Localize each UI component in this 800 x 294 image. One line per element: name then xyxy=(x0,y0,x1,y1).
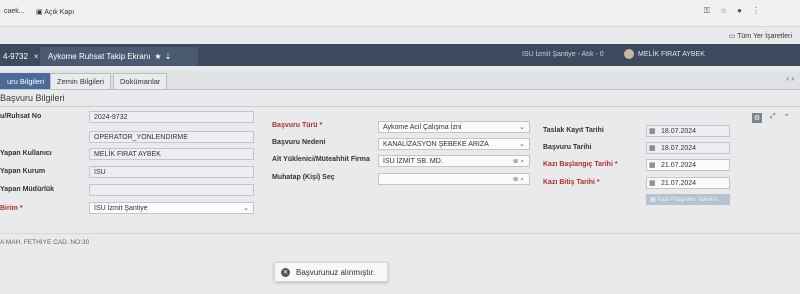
label-basvuru-nedeni: Başvuru Nedeni xyxy=(272,139,326,146)
divider xyxy=(0,233,800,234)
bookmark-bar: caek... ▣ Açık Kapı ⚿ ☆ ● ⋮ xyxy=(0,0,800,27)
address-text: A MAH. FETHİYE CAD. NO:30 xyxy=(0,239,90,246)
yapan-kullanici-field[interactable]: MELİK FIRAT AYBEK xyxy=(89,148,254,160)
download-icon[interactable]: ⇣ xyxy=(165,52,172,61)
chevron-down-icon: ⌄ xyxy=(519,141,525,148)
label-yapan-kullanici: Yapan Kullanıcı xyxy=(0,150,52,157)
calendar-icon: ▦ xyxy=(649,128,656,135)
browser-toolbar-icons: ⚿ ☆ ● ⋮ xyxy=(704,6,760,16)
tab-label: 4-9732 xyxy=(3,52,28,61)
divider xyxy=(0,106,800,107)
label-yapan-mudurluk: Yapan Müdürlük xyxy=(0,186,55,193)
user-menu[interactable]: MELİK FIRAT AYBEK xyxy=(624,49,705,59)
bookmark-item[interactable]: caek... xyxy=(4,8,25,15)
folder-label: Tüm Yer İşaretleri xyxy=(737,33,792,40)
yapan-mudurluk-field[interactable] xyxy=(89,184,254,196)
date-value: 18.07.2024 xyxy=(661,127,697,135)
date-value: 18.07.2024 xyxy=(661,144,697,152)
profile-icon[interactable]: ● xyxy=(737,6,742,16)
clear-search-icons[interactable]: ⊗⌕ xyxy=(513,157,526,166)
tab-basvuru-bilgileri[interactable]: uru Bilgileri xyxy=(0,73,52,89)
gear-icon[interactable]: ⚙ xyxy=(752,113,762,123)
avatar xyxy=(624,49,634,59)
close-icon[interactable]: × xyxy=(34,52,39,61)
operator-value: OPERATOR_YONLENDIRME xyxy=(94,133,188,141)
birim-select[interactable]: İSU İzmit Şantiye ⌄ xyxy=(89,202,254,214)
bookmark-label: Açık Kapı xyxy=(44,9,75,16)
label-taslak-kayit: Taslak Kayıt Tarihi xyxy=(543,127,604,134)
alt-yuklenici-field[interactable]: İSU İZMİT SB. MD. ⊗⌕ xyxy=(378,155,530,167)
label-basvuru-tarihi: Başvuru Tarihi xyxy=(543,144,592,151)
button-label: Kazı Programı Takvimi xyxy=(657,196,718,203)
operator-field[interactable]: OPERATOR_YONLENDIRME xyxy=(89,131,254,143)
kazi-baslangic-date[interactable]: ▦ 21.07.2024 xyxy=(646,159,730,171)
alt-yuklenici-value: İSU İZMİT SB. MD. xyxy=(383,157,443,165)
menu-icon[interactable]: ⋮ xyxy=(752,6,760,16)
key-icon[interactable]: ⚿ xyxy=(704,6,710,16)
label-kazi-baslangic: Kazı Başlangıç Tarihi * xyxy=(543,161,618,168)
label-kazi-bitis: Kazı Bitiş Tarihi * xyxy=(543,179,600,186)
basvuru-nedeni-select[interactable]: KANALİZASYON ŞEBEKE ARIZA ⌄ xyxy=(378,138,530,150)
chevron-down-icon: ⌄ xyxy=(519,124,525,131)
page-tabs: uru Bilgileri Zemin Bilgileri Dokümanlar… xyxy=(0,71,800,90)
calendar-icon: ▦ xyxy=(650,197,658,203)
birim-value: İSU İzmit Şantiye xyxy=(94,204,148,212)
label-basvuru-turu: Başvuru Türü * xyxy=(272,122,323,129)
muhatap-field[interactable]: ⊗⌕ xyxy=(378,173,530,185)
taslak-kayit-date[interactable]: ▦ 18.07.2024 xyxy=(646,125,730,137)
expand-icon[interactable]: ⤢ xyxy=(770,113,776,123)
app-tab-strip: 4-9732 × Aykome Ruhsat Takip Ekranı ★ ⇣ I… xyxy=(0,44,800,66)
toast-message: Başvurunuz alınmıştır. xyxy=(296,267,376,277)
tab-zemin-bilgileri[interactable]: Zemin Bilgileri xyxy=(50,73,112,89)
basvuru-turu-select[interactable]: Aykome Acil Çalışma İzni ⌄ xyxy=(378,121,530,133)
yapan-kurum-field[interactable]: İSU xyxy=(89,166,254,178)
label-yapan-kurum: Yapan Kurum xyxy=(0,168,46,175)
status-text: ISU İzmit Şantiye - Atık - 0 xyxy=(522,51,604,58)
label-alt-yuklenici: Alt Yüklenici/Müteahhit Firma xyxy=(272,156,370,163)
all-bookmarks-folder[interactable]: ▭ Tüm Yer İşaretleri xyxy=(729,32,792,40)
section-tools: ⚙ ⤢ ⌃ xyxy=(752,113,789,123)
user-name: MELİK FIRAT AYBEK xyxy=(638,50,705,58)
basvuru-nedeni-value: KANALİZASYON ŞEBEKE ARIZA xyxy=(383,140,489,148)
chevron-down-icon: ⌄ xyxy=(243,205,249,212)
tab-label: Aykome Ruhsat Takip Ekranı xyxy=(48,52,151,61)
success-toast[interactable]: ✕ Başvurunuz alınmıştır. xyxy=(274,262,388,282)
calendar-icon: ▦ xyxy=(649,180,656,187)
clear-search-icons[interactable]: ⊗⌕ xyxy=(513,175,526,184)
kazi-programi-button[interactable]: ▦ Kazı Programı Takvimi xyxy=(646,194,730,205)
ruhsat-no-field[interactable]: 2024-9732 xyxy=(89,111,254,123)
tab-record[interactable]: 4-9732 × xyxy=(0,47,39,66)
label-ruhsat-no: u/Ruhsat No xyxy=(0,113,42,120)
basvuru-tarihi-date[interactable]: ▦ 18.07.2024 xyxy=(646,142,730,154)
label-birim: Birim * xyxy=(0,205,23,212)
close-icon[interactable]: ✕ xyxy=(281,267,290,277)
basvuru-turu-value: Aykome Acil Çalışma İzni xyxy=(383,123,462,131)
label-muhatap: Muhatap (Kişi) Seç xyxy=(272,174,335,181)
calendar-icon: ▦ xyxy=(649,162,656,169)
bookmark-item[interactable]: ▣ Açık Kapı xyxy=(36,8,74,16)
collapse-icon[interactable]: ⌃ xyxy=(784,113,790,123)
date-value: 21.07.2024 xyxy=(661,179,697,187)
star-icon[interactable]: ★ xyxy=(154,52,161,61)
tab-aykome[interactable]: Aykome Ruhsat Takip Ekranı ★ ⇣ xyxy=(40,47,198,66)
kazi-bitis-date[interactable]: ▦ 21.07.2024 xyxy=(646,177,730,189)
tab-nav-arrows[interactable]: ‹ › xyxy=(786,74,794,83)
section-title: Başvuru Bilgileri xyxy=(0,93,65,103)
tab-dokumanlar[interactable]: Dokümanlar xyxy=(113,73,168,89)
date-value: 21.07.2024 xyxy=(661,161,697,169)
calendar-icon: ▦ xyxy=(649,145,656,152)
star-icon[interactable]: ☆ xyxy=(720,6,727,16)
